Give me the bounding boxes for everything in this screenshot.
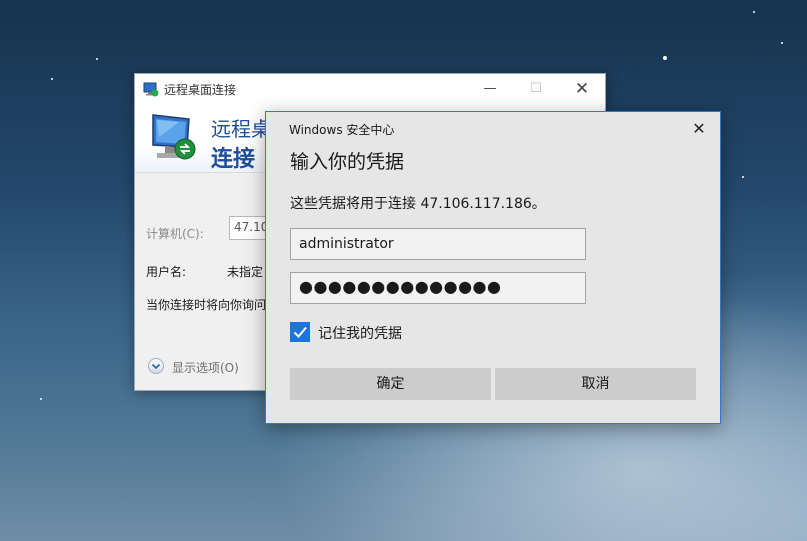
computer-label: 计算机(C): — [146, 227, 204, 241]
remote-desktop-icon — [152, 114, 196, 160]
remember-credentials-label[interactable]: 记住我的凭据 — [318, 323, 402, 343]
star — [51, 78, 53, 80]
star — [753, 11, 755, 13]
rdp-title-bar[interactable]: 远程桌面连接 — ☐ ✕ — [135, 74, 605, 104]
username-value: 未指定 — [227, 265, 264, 279]
maximize-icon[interactable]: ☐ — [513, 74, 559, 104]
star — [96, 58, 98, 60]
close-icon[interactable]: ✕ — [559, 74, 605, 104]
ok-button[interactable]: 确定 — [290, 368, 491, 400]
dialog-heading: 输入你的凭据 — [290, 151, 405, 173]
star — [742, 176, 744, 178]
star — [781, 42, 783, 44]
credential-dialog[interactable]: Windows 安全中心 ✕ 输入你的凭据 这些凭据将用于连接 47.106.1… — [265, 111, 721, 424]
close-icon[interactable]: ✕ — [680, 114, 718, 144]
minimize-icon[interactable]: — — [467, 74, 513, 104]
remember-credentials-checkbox[interactable] — [290, 322, 310, 342]
username-field[interactable]: administrator — [290, 228, 586, 260]
chevron-down-icon — [148, 358, 164, 374]
remote-desktop-icon — [143, 82, 159, 97]
star — [40, 398, 42, 400]
rdp-banner-subtitle: 连接 — [211, 147, 256, 172]
dialog-description: 这些凭据将用于连接 47.106.117.186。 — [290, 196, 546, 212]
show-options-label: 显示选项(O) — [172, 361, 239, 375]
checkmark-icon — [293, 326, 307, 338]
dialog-caption: Windows 安全中心 — [289, 123, 395, 137]
password-field[interactable]: ●●●●●●●●●●●●●● — [290, 272, 586, 304]
username-label: 用户名: — [146, 265, 187, 279]
rdp-window-title: 远程桌面连接 — [164, 83, 237, 97]
rdp-banner-title: 远程桌 — [211, 117, 271, 141]
credential-prompt-text: 当你连接时将向你询问 — [146, 298, 267, 312]
cancel-button[interactable]: 取消 — [495, 368, 696, 400]
star — [663, 56, 667, 60]
